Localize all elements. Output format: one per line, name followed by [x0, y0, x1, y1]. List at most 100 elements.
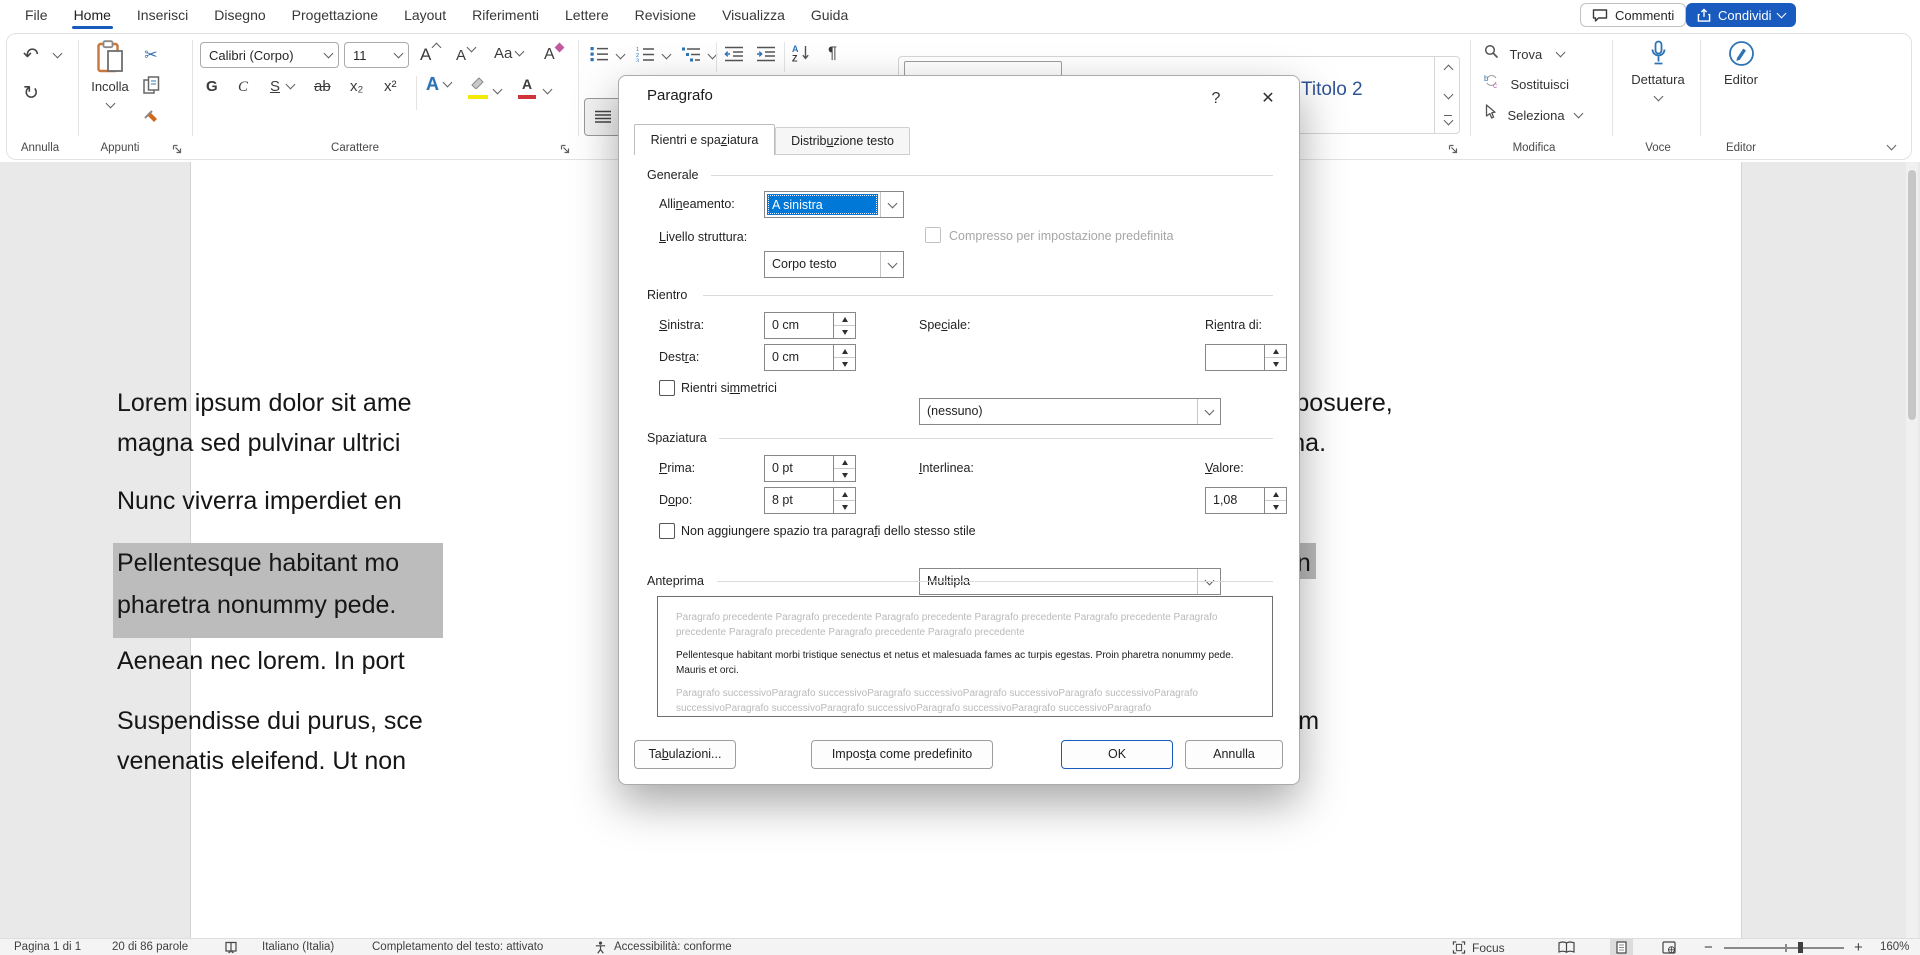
menu-file[interactable]: File	[12, 0, 61, 30]
help-button[interactable]: ?	[1203, 86, 1229, 112]
chevron-down-icon[interactable]	[880, 192, 903, 217]
styles-dialog-launcher-icon[interactable]	[1448, 142, 1459, 160]
doc-text-line[interactable]: Aenean nec lorem. In port	[117, 646, 405, 676]
doc-text-line[interactable]: Lorem ipsum dolor sit ame	[117, 388, 412, 418]
indent-by-field[interactable]	[1205, 344, 1287, 371]
decrease-indent-button[interactable]	[724, 46, 744, 67]
doc-text-line[interactable]: Suspendisse dui purus, sce	[117, 706, 423, 736]
zoom-slider-thumb[interactable]	[1798, 942, 1803, 953]
indent-left-spinner[interactable]	[833, 313, 855, 338]
change-case-button[interactable]: Aa	[494, 45, 523, 63]
style-item-titolo-2[interactable]: Titolo 2	[1301, 79, 1363, 101]
chevron-down-icon[interactable]	[662, 50, 672, 60]
menu-riferimenti[interactable]: Riferimenti	[459, 0, 552, 30]
multilevel-list-button[interactable]	[682, 46, 716, 67]
indent-left-field[interactable]: 0 cm	[764, 312, 856, 339]
indent-by-spinner[interactable]	[1264, 345, 1286, 370]
cut-button[interactable]: ✂	[138, 44, 164, 66]
style-gallery-down-icon[interactable]	[1435, 82, 1461, 107]
ok-button[interactable]: OK	[1061, 740, 1173, 769]
doc-text-line[interactable]: venenatis eleifend. Ut non	[117, 746, 406, 776]
zoom-out-button[interactable]: −	[1704, 939, 1713, 955]
chevron-down-icon[interactable]	[880, 252, 903, 277]
spacing-at-spinner[interactable]	[1264, 488, 1286, 513]
indent-right-field[interactable]: 0 cm	[764, 344, 856, 371]
print-layout-icon[interactable]	[1610, 939, 1633, 955]
doc-text-line[interactable]: pharetra nonummy pede.	[117, 590, 396, 620]
justify-button[interactable]	[584, 98, 622, 136]
increase-indent-button[interactable]	[756, 46, 776, 67]
chevron-down-icon[interactable]	[443, 78, 453, 88]
shrink-font-button[interactable]: A	[456, 44, 475, 65]
doc-text-line[interactable]: Pellentesque habitant mo	[117, 548, 399, 578]
style-gallery-up-icon[interactable]	[1435, 57, 1461, 82]
tab-rientri-e-spaziatura[interactable]: Rientri e spaziatura	[634, 124, 775, 155]
font-dialog-launcher-icon[interactable]	[560, 142, 571, 160]
page-indicator[interactable]: Pagina 1 di 1	[14, 941, 81, 953]
underline-button[interactable]: S	[270, 78, 294, 96]
redo-button[interactable]: ↻	[16, 80, 46, 106]
font-name-combo[interactable]: Calibri (Corpo)	[200, 42, 339, 68]
zoom-level[interactable]: 160%	[1880, 941, 1909, 953]
chevron-down-icon[interactable]	[1653, 92, 1663, 102]
vertical-scrollbar[interactable]	[1906, 162, 1918, 938]
space-before-spinner[interactable]	[833, 456, 855, 481]
text-prediction-indicator[interactable]: Completamento del testo: attivato	[372, 941, 543, 953]
dictate-button[interactable]: Dettatura	[1620, 40, 1696, 105]
focus-label[interactable]: Focus	[1472, 941, 1505, 955]
chevron-down-icon[interactable]	[388, 43, 408, 67]
show-formatting-button[interactable]: ¶	[828, 44, 837, 63]
proofing-icon[interactable]	[224, 941, 238, 955]
paste-button[interactable]: Incolla	[86, 40, 134, 136]
find-button[interactable]: Trova	[1484, 44, 1564, 64]
clear-formatting-button[interactable]: A	[544, 44, 563, 64]
undo-button[interactable]: ↶	[16, 42, 46, 68]
special-combo[interactable]: (nessuno)	[919, 398, 1221, 425]
menu-home[interactable]: Home	[61, 0, 124, 30]
menu-revisione[interactable]: Revisione	[622, 0, 709, 30]
highlight-button[interactable]	[468, 76, 488, 99]
font-color-button[interactable]: A	[518, 76, 536, 99]
style-gallery-more-icon[interactable]	[1435, 107, 1461, 132]
read-mode-icon[interactable]	[1558, 941, 1575, 955]
no-space-same-style-checkbox[interactable]	[659, 523, 675, 539]
grow-font-button[interactable]: A	[420, 44, 440, 65]
format-painter-button[interactable]	[138, 104, 164, 126]
font-size-combo[interactable]: 11	[344, 42, 409, 68]
text-effects-button[interactable]: A	[426, 74, 451, 95]
strikethrough-button[interactable]: ab	[314, 78, 331, 96]
menu-visualizza[interactable]: Visualizza	[709, 0, 798, 30]
cancel-button[interactable]: Annulla	[1185, 740, 1283, 769]
menu-disegno[interactable]: Disegno	[201, 0, 278, 30]
tab-distribuzione-testo[interactable]: Distribuzione testo	[775, 127, 910, 155]
zoom-slider-track[interactable]	[1724, 947, 1844, 949]
superscript-button[interactable]: x²	[384, 78, 397, 96]
chevron-down-icon[interactable]	[616, 50, 626, 60]
outline-level-combo[interactable]: Corpo testo	[764, 251, 904, 278]
doc-text-line[interactable]: Nunc viverra imperdiet en	[117, 486, 402, 516]
menu-guida[interactable]: Guida	[798, 0, 861, 30]
replace-button[interactable]: bc Sostituisci	[1484, 74, 1569, 94]
editor-button[interactable]: Editor	[1706, 40, 1776, 87]
chevron-down-icon[interactable]	[318, 43, 338, 67]
clipboard-dialog-launcher-icon[interactable]	[172, 142, 183, 160]
menu-layout[interactable]: Layout	[391, 0, 459, 30]
language-indicator[interactable]: Italiano (Italia)	[262, 941, 334, 953]
menu-lettere[interactable]: Lettere	[552, 0, 622, 30]
web-layout-icon[interactable]	[1662, 941, 1676, 955]
select-button[interactable]: Seleziona	[1484, 104, 1582, 125]
menu-inserisci[interactable]: Inserisci	[124, 0, 201, 30]
spacing-at-field[interactable]: 1,08	[1205, 487, 1287, 514]
italic-button[interactable]: C	[238, 78, 248, 96]
paste-dropdown-icon[interactable]	[105, 99, 115, 109]
doc-text-line[interactable]: magna sed pulvinar ultrici	[117, 428, 400, 458]
set-default-button[interactable]: Imposta come predefinito	[811, 740, 993, 769]
menu-progettazione[interactable]: Progettazione	[279, 0, 391, 30]
close-icon[interactable]: ✕	[1253, 86, 1283, 112]
comments-button[interactable]: Commenti	[1580, 3, 1686, 27]
space-before-field[interactable]: 0 pt	[764, 455, 856, 482]
sort-button[interactable]: AZ	[792, 44, 812, 67]
numbering-button[interactable]: 123	[636, 46, 670, 67]
focus-icon[interactable]	[1452, 941, 1466, 955]
zoom-in-button[interactable]: +	[1854, 939, 1863, 955]
